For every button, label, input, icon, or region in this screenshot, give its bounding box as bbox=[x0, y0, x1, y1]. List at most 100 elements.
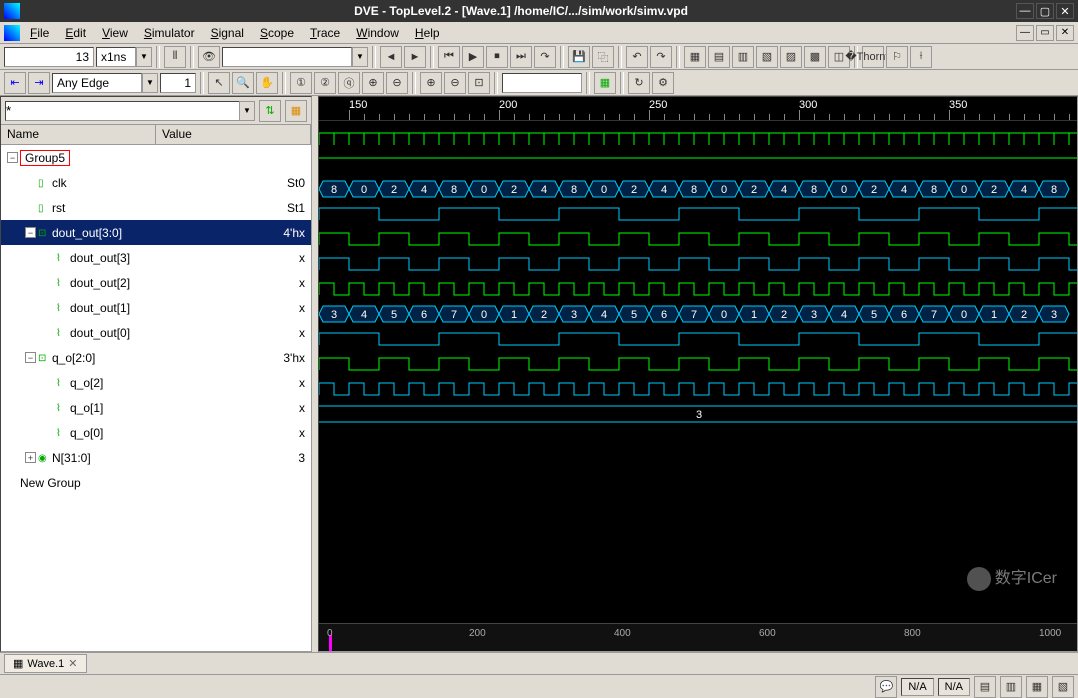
prev-edge-icon[interactable]: ⇤ bbox=[4, 72, 26, 94]
play-icon[interactable]: ▶ bbox=[462, 46, 484, 68]
signal-row[interactable]: ⌇dout_out[2]x bbox=[1, 270, 311, 295]
waveform-panel[interactable]: 150200250300350 802480248024802480248024… bbox=[318, 96, 1078, 652]
signal-row[interactable]: −⊡dout_out[3:0]4'hx bbox=[1, 220, 311, 245]
signal-row[interactable]: +◉N[31:0]3 bbox=[1, 445, 311, 470]
measure-icon[interactable]: ⟊ bbox=[910, 46, 932, 68]
link-icon[interactable]: �Thornton bbox=[862, 46, 884, 68]
copy-icon[interactable]: ⿻ bbox=[592, 46, 614, 68]
marker-q-icon[interactable]: ⓠ bbox=[338, 72, 360, 94]
edge-mode-input[interactable] bbox=[52, 73, 142, 93]
minimize-button[interactable]: — bbox=[1016, 3, 1034, 19]
menu-window[interactable]: Window bbox=[348, 24, 407, 42]
panel3-icon[interactable]: ▥ bbox=[732, 46, 754, 68]
grid-icon[interactable]: ▦ bbox=[594, 72, 616, 94]
next-edge-icon[interactable]: ⇥ bbox=[28, 72, 50, 94]
status-chat-icon[interactable]: 💬 bbox=[875, 676, 897, 698]
time-value-input[interactable] bbox=[4, 47, 94, 67]
refresh-icon[interactable]: ↻ bbox=[628, 72, 650, 94]
filter-input[interactable] bbox=[5, 101, 239, 121]
menu-signal[interactable]: Signal bbox=[203, 24, 252, 42]
search-dropdown-icon[interactable]: ▼ bbox=[352, 47, 368, 67]
signal-row[interactable]: ⌇q_o[1]x bbox=[1, 395, 311, 420]
zoom-fit-icon[interactable]: ⊡ bbox=[468, 72, 490, 94]
svg-text:0: 0 bbox=[841, 184, 847, 196]
mdi-restore-icon[interactable]: ▭ bbox=[1036, 25, 1054, 41]
overview-ruler[interactable]: 02004006008001000 bbox=[319, 623, 1077, 651]
collapse-signals-icon[interactable]: ▦ bbox=[285, 100, 307, 122]
menu-view[interactable]: View bbox=[94, 24, 136, 42]
redo-icon[interactable]: ↷ bbox=[650, 46, 672, 68]
tab-close-icon[interactable]: ✕ bbox=[68, 657, 77, 670]
edge-mode-dropdown-icon[interactable]: ▼ bbox=[142, 73, 158, 93]
signal-row[interactable]: New Group bbox=[1, 470, 311, 495]
panel2-icon[interactable]: ▤ bbox=[708, 46, 730, 68]
search-input[interactable] bbox=[222, 47, 352, 67]
menu-help[interactable]: Help bbox=[407, 24, 448, 42]
save-icon[interactable]: 💾 bbox=[568, 46, 590, 68]
panel4-icon[interactable]: ▧ bbox=[756, 46, 778, 68]
undo-icon[interactable]: ↶ bbox=[626, 46, 648, 68]
signal-row[interactable]: ⌇dout_out[1]x bbox=[1, 295, 311, 320]
maximize-button[interactable]: ▢ bbox=[1036, 3, 1054, 19]
marker1-icon[interactable]: ① bbox=[290, 72, 312, 94]
marker-t-icon[interactable]: ⊕ bbox=[362, 72, 384, 94]
stop-icon[interactable]: ⏹ bbox=[486, 46, 508, 68]
mdi-minimize-icon[interactable]: — bbox=[1016, 25, 1034, 41]
play-start-icon[interactable]: ⏮ bbox=[438, 46, 460, 68]
time-ruler[interactable]: 150200250300350 bbox=[319, 97, 1077, 121]
goto-input[interactable] bbox=[502, 73, 582, 93]
filter-dropdown-icon[interactable]: ▼ bbox=[239, 101, 255, 121]
zoom-in-icon[interactable]: ⊕ bbox=[420, 72, 442, 94]
signal-row[interactable]: ⌇dout_out[0]x bbox=[1, 320, 311, 345]
tree-toggle-icon[interactable]: + bbox=[25, 452, 36, 463]
status-icon-2[interactable]: ▥ bbox=[1000, 676, 1022, 698]
zoom-out-icon[interactable]: ⊖ bbox=[444, 72, 466, 94]
mdi-close-icon[interactable]: ✕ bbox=[1056, 25, 1074, 41]
signal-row[interactable]: ▯rstSt1 bbox=[1, 195, 311, 220]
signal-row[interactable]: ⌇dout_out[3]x bbox=[1, 245, 311, 270]
signal-row[interactable]: ▯clkSt0 bbox=[1, 170, 311, 195]
hand-icon[interactable]: ✋ bbox=[256, 72, 278, 94]
signal-row[interactable]: ⌇q_o[2]x bbox=[1, 370, 311, 395]
time-unit-input[interactable] bbox=[96, 47, 136, 67]
signal-row[interactable]: −⊡q_o[2:0]3'hx bbox=[1, 345, 311, 370]
marker2-icon[interactable]: ② bbox=[314, 72, 336, 94]
settings-icon[interactable]: ⚙ bbox=[652, 72, 674, 94]
menu-file[interactable]: File bbox=[22, 24, 57, 42]
step-over-icon[interactable]: ↷ bbox=[534, 46, 556, 68]
pointer-icon[interactable]: ↖ bbox=[208, 72, 230, 94]
waveform-area[interactable]: 8024802480248024802480248345670123456701… bbox=[319, 121, 1077, 623]
time-unit-dropdown-icon[interactable]: ▼ bbox=[136, 47, 152, 67]
binoculars-icon[interactable]: 👁 bbox=[198, 46, 220, 68]
menu-edit[interactable]: Edit bbox=[57, 24, 94, 42]
status-icon-3[interactable]: ▦ bbox=[1026, 676, 1048, 698]
name-column-header[interactable]: Name bbox=[1, 125, 156, 144]
nav-back-icon[interactable]: ◄ bbox=[380, 46, 402, 68]
marker-r-icon[interactable]: ⊖ bbox=[386, 72, 408, 94]
nav-fwd-icon[interactable]: ► bbox=[404, 46, 426, 68]
status-icon-4[interactable]: ▧ bbox=[1052, 676, 1074, 698]
menu-trace[interactable]: Trace bbox=[302, 24, 348, 42]
expand-signals-icon[interactable]: ⇅ bbox=[259, 100, 281, 122]
marker-icon[interactable]: ⚐ bbox=[886, 46, 908, 68]
status-icon-1[interactable]: ▤ bbox=[974, 676, 996, 698]
zoom-icon[interactable]: 🔍 bbox=[232, 72, 254, 94]
tab-bar: ▦ Wave.1 ✕ bbox=[0, 652, 1078, 674]
menu-scope[interactable]: Scope bbox=[252, 24, 302, 42]
panel5-icon[interactable]: ▨ bbox=[780, 46, 802, 68]
step-icon[interactable]: ⏭ bbox=[510, 46, 532, 68]
signal-row[interactable]: −Group5 bbox=[1, 145, 311, 170]
menu-simulator[interactable]: Simulator bbox=[136, 24, 203, 42]
edge-count-input[interactable] bbox=[160, 73, 196, 93]
close-button[interactable]: ✕ bbox=[1056, 3, 1074, 19]
tree-toggle-icon[interactable]: − bbox=[25, 352, 36, 363]
panel6-icon[interactable]: ▩ bbox=[804, 46, 826, 68]
value-column-header[interactable]: Value bbox=[156, 125, 311, 144]
columns-icon[interactable]: ⦀ bbox=[164, 46, 186, 68]
wave-tab[interactable]: ▦ Wave.1 ✕ bbox=[4, 654, 87, 673]
tree-toggle-icon[interactable]: − bbox=[25, 227, 36, 238]
signal-tree[interactable]: −Group5▯clkSt0▯rstSt1−⊡dout_out[3:0]4'hx… bbox=[1, 145, 311, 651]
panel1-icon[interactable]: ▦ bbox=[684, 46, 706, 68]
signal-row[interactable]: ⌇q_o[0]x bbox=[1, 420, 311, 445]
tree-toggle-icon[interactable]: − bbox=[7, 152, 18, 163]
